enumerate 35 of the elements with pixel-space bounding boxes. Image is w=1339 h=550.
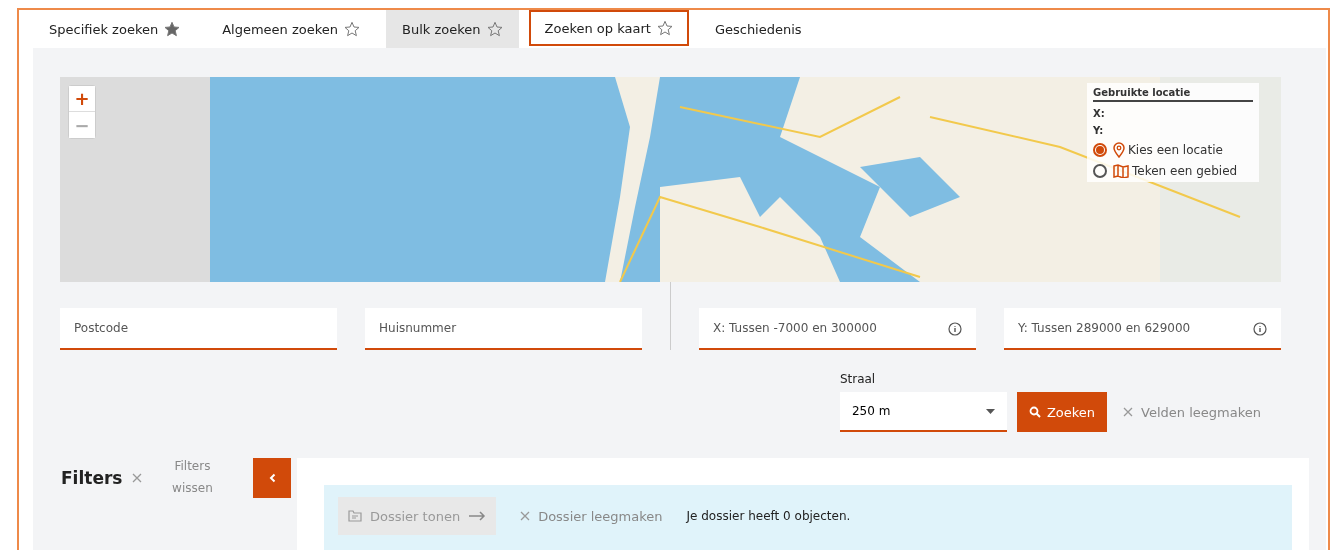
star-icon[interactable] <box>164 21 181 37</box>
search-button[interactable]: Zoeken <box>1016 392 1108 432</box>
filters-title: Filters <box>61 468 123 488</box>
dossier-message: Je dossier heeft 0 objecten. <box>686 508 851 525</box>
arrow-right-icon <box>468 511 487 521</box>
star-icon[interactable] <box>344 21 361 37</box>
zoom-in-button[interactable]: + <box>69 86 95 112</box>
option-label[interactable]: Kies een locatie <box>1128 143 1223 157</box>
map-icon <box>1113 164 1129 178</box>
search-icon <box>1028 406 1041 418</box>
star-icon[interactable] <box>656 20 673 36</box>
field-label: Straal <box>839 372 877 386</box>
star-icon[interactable] <box>486 21 503 37</box>
chevron-left-icon <box>268 473 276 483</box>
input-field[interactable]: Huisnummer <box>365 308 642 350</box>
x-label: X: <box>1093 108 1106 119</box>
tab[interactable]: Bulk zoeken <box>386 10 519 48</box>
close-icon <box>1123 407 1134 417</box>
input-field[interactable]: Postcode <box>60 308 337 350</box>
input-field[interactable]: Y: Tussen 289000 en 629000 <box>1004 308 1281 350</box>
folder-icon <box>348 510 362 522</box>
y-label: Y: <box>1093 125 1105 136</box>
caret-icon <box>985 408 995 414</box>
option-label[interactable]: Teken een gebied <box>1132 164 1238 178</box>
info-icon <box>948 322 962 336</box>
input-field[interactable]: X: Tussen -7000 en 300000 <box>699 308 976 350</box>
radio-button[interactable] <box>1093 143 1107 157</box>
radio-button[interactable] <box>1093 164 1107 178</box>
map-pin-icon <box>1113 142 1125 158</box>
radius-select[interactable]: 250 m <box>839 392 1007 432</box>
close-icon <box>132 473 143 483</box>
close-icon <box>520 511 531 521</box>
info-icon <box>1253 322 1267 336</box>
tab[interactable]: Zoeken op kaart <box>528 10 689 46</box>
panel-title: Gebruikte locatie <box>1093 87 1253 102</box>
